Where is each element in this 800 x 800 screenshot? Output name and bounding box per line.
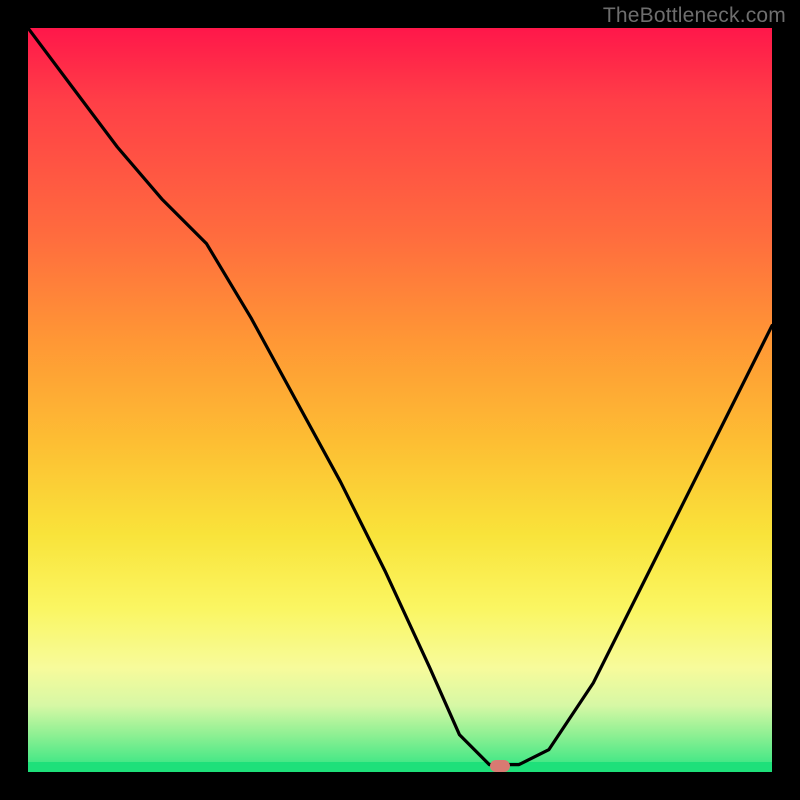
bottleneck-curve bbox=[28, 28, 772, 772]
watermark-text: TheBottleneck.com bbox=[603, 4, 786, 28]
plot-area bbox=[28, 28, 772, 772]
optimum-marker bbox=[490, 760, 510, 772]
chart-frame: TheBottleneck.com bbox=[0, 0, 800, 800]
